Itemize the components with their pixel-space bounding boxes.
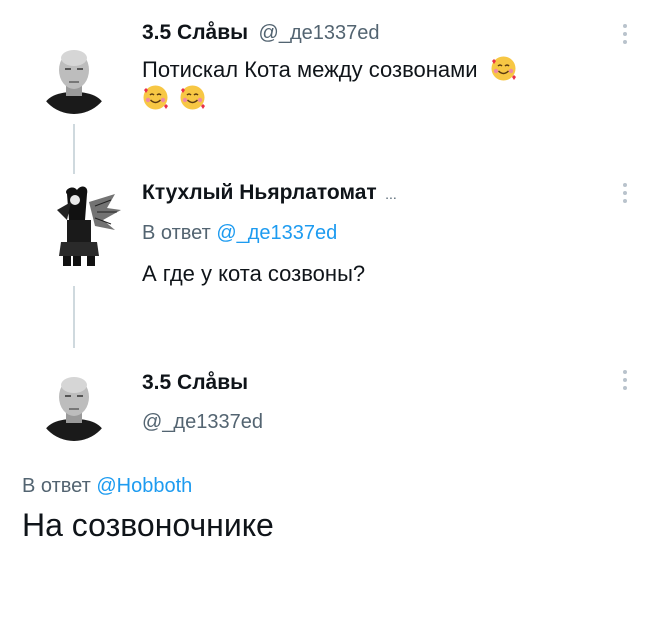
author-name[interactable]: Ктухлый Ньярлатомат bbox=[142, 181, 377, 204]
author-name[interactable]: 3.5 Слåвы bbox=[142, 21, 248, 44]
reply-mention-link[interactable]: @_де1337еd bbox=[216, 222, 337, 244]
reply-context: В ответ @Hobboth bbox=[22, 475, 192, 498]
reply-mention-link[interactable]: @Hobboth bbox=[96, 475, 192, 497]
thread-connector bbox=[73, 286, 75, 348]
more-options-icon[interactable] bbox=[620, 24, 630, 44]
author-name[interactable]: 3.5 Слåвы bbox=[142, 371, 248, 395]
more-options-icon[interactable] bbox=[620, 183, 630, 203]
avatar[interactable] bbox=[37, 180, 129, 272]
tweet-3-text: На созвоночнике bbox=[22, 507, 274, 543]
smiling-face-with-hearts-icon bbox=[179, 84, 206, 111]
tweet-text: Потискал Кота между созвонами bbox=[142, 57, 478, 82]
smiling-face-with-hearts-icon bbox=[142, 84, 169, 111]
name-ellipsis: ... bbox=[385, 186, 397, 202]
thread-connector bbox=[73, 124, 75, 174]
smiling-face-with-hearts-icon bbox=[490, 55, 517, 82]
tweet-1-header: 3.5 Слåвы @_де1337еd bbox=[142, 21, 379, 45]
author-handle[interactable]: @_де1337еd bbox=[259, 22, 380, 44]
avatar[interactable] bbox=[37, 367, 111, 441]
avatar[interactable] bbox=[37, 40, 111, 114]
reply-context: В ответ @_де1337еd bbox=[142, 222, 337, 245]
reply-prefix: В ответ bbox=[142, 222, 211, 244]
reply-prefix: В ответ bbox=[22, 475, 91, 497]
bald-man-avatar-icon bbox=[37, 40, 111, 114]
dark-creature-avatar-icon bbox=[37, 180, 129, 272]
tweet-1-text: Потискал Кота между созвонами bbox=[142, 55, 622, 113]
author-handle[interactable]: @_де1337еd bbox=[142, 411, 263, 434]
tweet-2-text: А где у кота созвоны? bbox=[142, 261, 366, 286]
more-options-icon[interactable] bbox=[620, 370, 630, 390]
tweet-2-header: Ктухлый Ньярлатомат ... bbox=[142, 181, 397, 205]
bald-man-avatar-icon bbox=[37, 367, 111, 441]
